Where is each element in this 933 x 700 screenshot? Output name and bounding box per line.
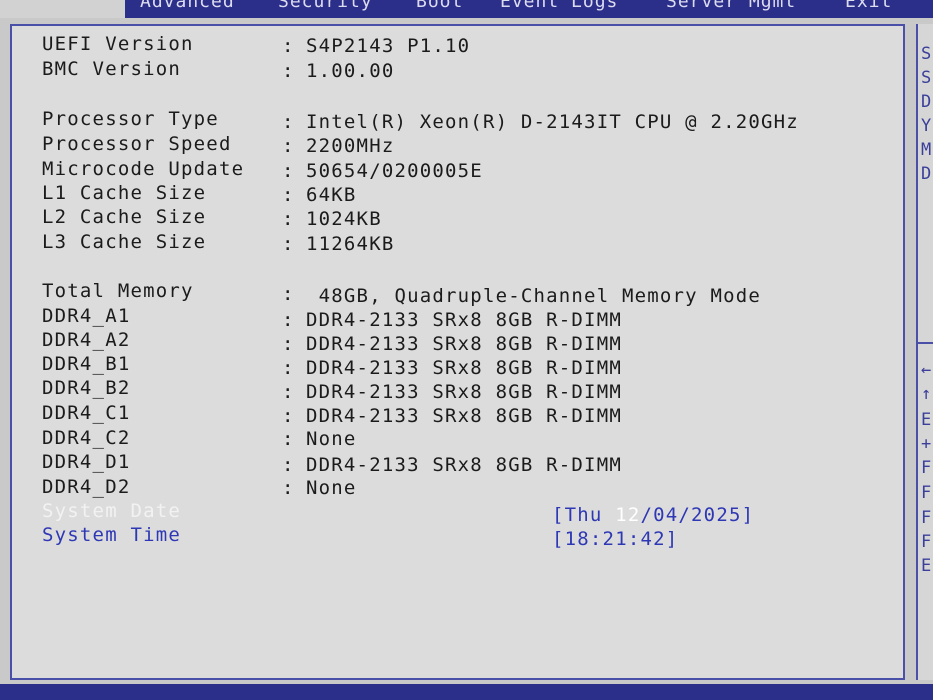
- info-value: 64KB: [306, 184, 357, 206]
- info-value: 1024KB: [306, 208, 382, 230]
- tab-exit[interactable]: Exit: [845, 0, 892, 12]
- info-label: Total Memory: [42, 280, 194, 302]
- tab-server-mgmt[interactable]: Server Mgmt: [666, 0, 796, 12]
- info-label: DDR4_B1: [42, 353, 131, 375]
- system-time-label[interactable]: System Time: [42, 524, 181, 546]
- info-colon: :: [282, 111, 295, 133]
- info-colon: :: [282, 160, 295, 182]
- info-label: DDR4_C1: [42, 402, 131, 424]
- info-label: Microcode Update: [42, 158, 245, 180]
- system-date-label[interactable]: System Date: [42, 500, 181, 522]
- info-value: 50654/0200005E: [306, 160, 483, 182]
- info-colon: :: [282, 477, 295, 499]
- help-glyph: D: [921, 92, 932, 112]
- info-value: 48GB, Quadruple-Channel Memory Mode: [306, 285, 762, 307]
- help-glyph: E: [921, 556, 932, 576]
- info-value: 11264KB: [306, 233, 395, 255]
- tab-main[interactable]: [0, 0, 125, 18]
- help-panel: S S D Y M D ← ↑ E + F F F F E: [916, 24, 933, 680]
- status-bar: [0, 684, 933, 700]
- tab-event-logs[interactable]: Event Logs: [500, 0, 618, 12]
- info-label: BMC Version: [42, 58, 182, 80]
- info-value: DDR4-2133 SRx8 8GB R-DIMM: [306, 333, 622, 355]
- help-glyph: +: [921, 434, 932, 454]
- info-value: DDR4-2133 SRx8 8GB R-DIMM: [306, 357, 622, 379]
- info-value: DDR4-2133 SRx8 8GB R-DIMM: [306, 309, 622, 331]
- info-label: DDR4_A1: [42, 305, 131, 327]
- system-date-field[interactable]: [Thu 12/04/2025]: [552, 504, 754, 526]
- info-label: DDR4_D2: [42, 476, 131, 498]
- system-date-selected[interactable]: 12: [615, 504, 640, 526]
- help-glyph: F: [921, 458, 932, 478]
- info-colon: :: [282, 233, 295, 255]
- up-arrow-icon: ↑: [921, 384, 932, 404]
- info-label: Processor Speed: [42, 133, 232, 155]
- info-value: DDR4-2133 SRx8 8GB R-DIMM: [306, 405, 622, 427]
- system-time-field[interactable]: [18:21:42]: [552, 528, 678, 550]
- info-value: 2200MHz: [306, 135, 395, 157]
- tab-advanced[interactable]: Advanced: [140, 0, 235, 12]
- info-colon: :: [282, 309, 295, 331]
- info-colon: :: [282, 428, 295, 450]
- info-colon: :: [282, 405, 295, 427]
- info-value: 1.00.00: [306, 60, 395, 82]
- help-glyph: S: [921, 44, 932, 64]
- info-colon: :: [282, 184, 295, 206]
- help-glyph: E: [921, 410, 932, 430]
- left-arrow-icon: ←: [921, 360, 932, 380]
- info-colon: :: [282, 60, 295, 82]
- info-value: None: [306, 477, 357, 499]
- help-glyph: M: [921, 140, 932, 160]
- info-colon: :: [282, 208, 295, 230]
- info-label: L2 Cache Size: [42, 206, 207, 228]
- info-label: DDR4_C2: [42, 427, 131, 449]
- info-colon: :: [282, 333, 295, 355]
- info-label: DDR4_B2: [42, 377, 131, 399]
- info-value: DDR4-2133 SRx8 8GB R-DIMM: [306, 454, 622, 476]
- info-value: DDR4-2133 SRx8 8GB R-DIMM: [306, 381, 622, 403]
- info-label: L3 Cache Size: [42, 231, 207, 253]
- help-glyph: F: [921, 508, 932, 528]
- system-date-suffix: /04/2025]: [640, 504, 755, 526]
- help-glyph: D: [921, 164, 932, 184]
- info-colon: :: [282, 135, 295, 157]
- help-glyph: S: [921, 68, 932, 88]
- info-colon: :: [282, 381, 295, 403]
- info-label: DDR4_D1: [42, 451, 131, 473]
- info-label: UEFI Version: [42, 33, 194, 55]
- info-label: DDR4_A2: [42, 329, 131, 351]
- info-colon: :: [282, 35, 295, 57]
- info-label: L1 Cache Size: [42, 182, 207, 204]
- help-glyph: Y: [921, 116, 932, 136]
- help-glyph: F: [921, 483, 932, 503]
- tab-boot[interactable]: Boot: [416, 0, 463, 12]
- info-label: Processor Type: [42, 108, 219, 130]
- info-colon: :: [282, 454, 295, 476]
- info-value: S4P2143 P1.10: [306, 35, 471, 57]
- info-colon: :: [282, 283, 295, 305]
- help-divider: [918, 342, 933, 344]
- menu-bar: Advanced Security Boot Event Logs Server…: [0, 0, 933, 18]
- info-value: None: [306, 428, 357, 450]
- tab-security[interactable]: Security: [278, 0, 373, 12]
- info-colon: :: [282, 357, 295, 379]
- help-glyph: F: [921, 532, 932, 552]
- system-date-prefix: [Thu: [552, 504, 616, 526]
- info-value: Intel(R) Xeon(R) D-2143IT CPU @ 2.20GHz: [306, 111, 799, 133]
